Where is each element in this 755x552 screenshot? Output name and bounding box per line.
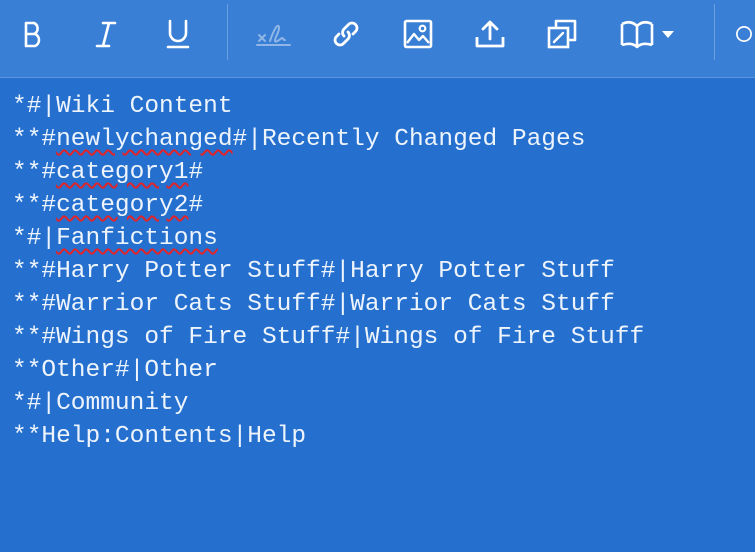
- link-button[interactable]: [324, 12, 368, 56]
- editor-text: **#Wings of Fire Stuff#|Wings of Fire St…: [12, 324, 645, 351]
- editor-text: *#|Community: [12, 390, 189, 417]
- chevron-down-icon: [662, 31, 674, 38]
- source-editor-textarea[interactable]: *#|Wiki Content **#newlychanged#|Recently…: [0, 79, 755, 552]
- editor-line: **Help:Contents|Help: [12, 420, 755, 453]
- toolbar-separator: [227, 4, 228, 60]
- editor-text: **#Harry Potter Stuff#|Harry Potter Stuf…: [12, 258, 615, 285]
- toolbar-separator: [714, 4, 715, 60]
- editor-line: **#Harry Potter Stuff#|Harry Potter Stuf…: [12, 255, 755, 288]
- misspelled-word: newlychanged: [56, 126, 233, 153]
- editor-line: *#|Fanfictions: [12, 222, 755, 255]
- bold-button[interactable]: [11, 12, 55, 56]
- link-icon: [333, 21, 359, 47]
- italic-button[interactable]: [84, 12, 128, 56]
- misspelled-word: category2: [56, 192, 189, 219]
- editor-text: *#|: [12, 93, 57, 120]
- editor-line: *#|Community: [12, 387, 755, 420]
- template-dropdown-button[interactable]: [612, 12, 682, 56]
- editor-text: **#: [12, 126, 57, 153]
- editor-line: **#Warrior Cats Stuff#|Warrior Cats Stuf…: [12, 288, 755, 321]
- upload-icon: [475, 20, 505, 48]
- editor-text: #: [188, 192, 204, 219]
- editor-text: **#: [12, 192, 57, 219]
- image-icon: [403, 19, 433, 49]
- editor-text: **Other#|Other: [12, 357, 218, 384]
- editor-text: **Help:Contents|Help: [12, 423, 307, 450]
- partial-icon: [736, 26, 752, 42]
- editor-toolbar: [0, 0, 755, 78]
- more-tools-button[interactable]: [733, 12, 755, 56]
- editor-line: **Other#|Other: [12, 354, 755, 387]
- underline-icon: [166, 19, 190, 49]
- editor-text: *#|: [12, 225, 57, 252]
- misspelled-word: Fanfictions: [56, 225, 218, 252]
- editor-text: **#: [12, 159, 57, 186]
- editor-text: #|Recently Changed Pages: [232, 126, 586, 153]
- editor-line: *#|Wiki Content: [12, 90, 755, 123]
- editor-line: **#newlychanged#|Recently Changed Pages: [12, 123, 755, 156]
- editor-line: **#category1#: [12, 156, 755, 189]
- editor-line: **#category2#: [12, 189, 755, 222]
- signature-icon: [256, 24, 291, 46]
- editor-line: **#Wings of Fire Stuff#|Wings of Fire St…: [12, 321, 755, 354]
- book-icon: [620, 20, 654, 49]
- misspelled-word: category1: [56, 159, 189, 186]
- gallery-icon: [547, 19, 577, 49]
- image-button[interactable]: [396, 12, 440, 56]
- editor-text: #: [188, 159, 204, 186]
- upload-button[interactable]: [468, 12, 512, 56]
- italic-icon: [95, 21, 117, 48]
- editor-text: **#Warrior Cats Stuff#|Warrior Cats Stuf…: [12, 291, 615, 318]
- underline-button[interactable]: [156, 12, 200, 56]
- gallery-button[interactable]: [540, 12, 584, 56]
- signature-button[interactable]: [252, 12, 296, 56]
- bold-icon: [24, 21, 41, 48]
- editor-text: Wiki Content: [56, 93, 233, 120]
